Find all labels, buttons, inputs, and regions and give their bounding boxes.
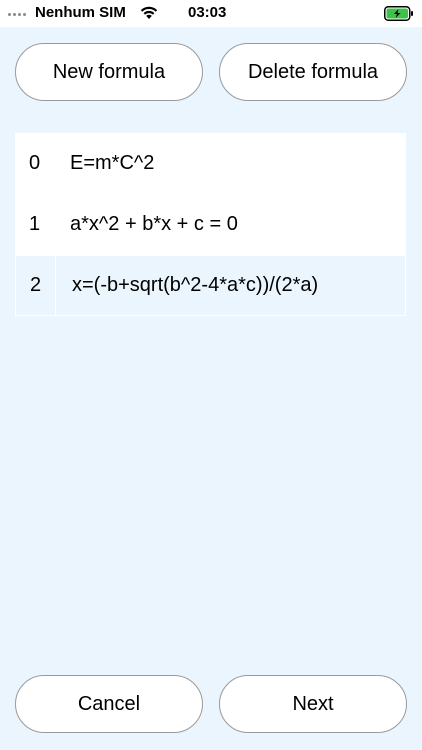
formula-row[interactable]: 0 E=m*C^2 xyxy=(15,133,406,194)
formula-text: a*x^2 + b*x + c = 0 xyxy=(70,213,238,235)
formula-row-selected[interactable]: 2 x=(-b+sqrt(b^2-4*a*c))/(2*a) xyxy=(15,255,406,316)
formula-index: 1 xyxy=(28,213,41,235)
formula-index: 0 xyxy=(28,152,41,174)
clock-time: 03:03 xyxy=(188,4,227,21)
formula-row[interactable]: 1 a*x^2 + b*x + c = 0 xyxy=(15,194,406,255)
signal-dots-icon xyxy=(8,13,26,16)
formula-text: E=m*C^2 xyxy=(70,152,155,174)
next-button[interactable]: Next xyxy=(219,675,407,733)
wifi-icon xyxy=(139,5,159,25)
status-bar: Nenhum SIM 03:03 xyxy=(0,0,422,27)
carrier-label: Nenhum SIM xyxy=(35,4,126,21)
formula-list: 0 E=m*C^2 1 a*x^2 + b*x + c = 0 2 x=(-b+… xyxy=(15,133,406,316)
new-formula-button[interactable]: New formula xyxy=(15,43,203,101)
cancel-button[interactable]: Cancel xyxy=(15,675,203,733)
formula-index: 2 xyxy=(16,256,56,315)
formula-text: x=(-b+sqrt(b^2-4*a*c))/(2*a) xyxy=(72,274,319,296)
battery-charging-icon xyxy=(384,6,414,26)
formula-screen: Nenhum SIM 03:03 New formula Delete form… xyxy=(0,0,422,750)
delete-formula-button[interactable]: Delete formula xyxy=(219,43,407,101)
